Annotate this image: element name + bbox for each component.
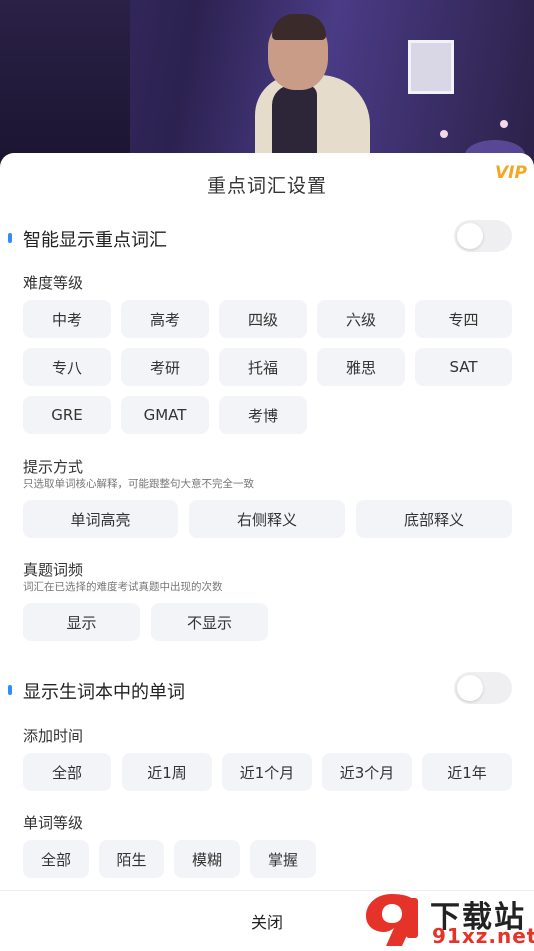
time-option[interactable]: 近1周 (122, 753, 212, 791)
vocab-book-label: 显示生词本中的单词 (23, 682, 185, 703)
difficulty-option[interactable]: 雅思 (317, 348, 405, 386)
section-marker (8, 233, 12, 243)
time-option[interactable]: 近1个月 (222, 753, 312, 791)
wall-picture (408, 40, 454, 94)
difficulty-option[interactable]: 中考 (23, 300, 111, 338)
light-dot (440, 130, 448, 138)
vocab-book-toggle[interactable] (454, 672, 512, 704)
toggle-knob (457, 675, 483, 701)
hint-option[interactable]: 单词高亮 (23, 500, 178, 538)
difficulty-option[interactable]: 四级 (219, 300, 307, 338)
settings-sheet: 重点词汇设置 VIP 智能显示重点词汇 难度等级 中考 高考 四级 六级 专四 … (0, 153, 534, 950)
svg-text:VIP: VIP (495, 163, 527, 183)
difficulty-label: 难度等级 (23, 274, 84, 292)
difficulty-option[interactable]: GMAT (121, 396, 209, 434)
hint-mode-desc: 只选取单词核心解释，可能跟整句大意不完全一致 (23, 478, 254, 490)
difficulty-option[interactable]: 专四 (415, 300, 512, 338)
sheet-title: 重点词汇设置 (206, 175, 327, 197)
difficulty-option[interactable]: SAT (415, 348, 512, 386)
bookshelf (0, 0, 130, 170)
word-level-label: 单词等级 (23, 814, 84, 832)
difficulty-option[interactable]: 考研 (121, 348, 209, 386)
site-watermark: 下载站 91xz.net (362, 888, 534, 950)
difficulty-option[interactable]: 高考 (121, 300, 209, 338)
smart-keywords-toggle[interactable] (454, 220, 512, 252)
light-dot (500, 120, 508, 128)
frequency-option[interactable]: 不显示 (151, 603, 268, 641)
watermark-url: 91xz.net (432, 924, 534, 948)
difficulty-option[interactable]: 专八 (23, 348, 111, 386)
vocab-book-row: 显示生词本中的单词 (0, 670, 534, 706)
toggle-knob (457, 223, 483, 249)
vip-badge-icon: VIP (495, 163, 527, 183)
time-option[interactable]: 近1年 (422, 753, 512, 791)
hint-option[interactable]: 底部释义 (356, 500, 512, 538)
person-hair (272, 14, 326, 40)
video-player-background (0, 0, 534, 170)
level-option[interactable]: 全部 (23, 840, 89, 878)
smart-keywords-row: 智能显示重点词汇 (0, 218, 534, 254)
added-time-label: 添加时间 (23, 727, 84, 745)
time-option[interactable]: 近3个月 (322, 753, 412, 791)
time-option[interactable]: 全部 (23, 753, 111, 791)
level-option[interactable]: 陌生 (99, 840, 164, 878)
hint-mode-label: 提示方式 (23, 458, 84, 476)
watermark-logo-icon (366, 894, 418, 946)
difficulty-option[interactable]: 六级 (317, 300, 405, 338)
exam-frequency-label: 真题词频 (23, 561, 84, 579)
frequency-option[interactable]: 显示 (23, 603, 140, 641)
level-option[interactable]: 模糊 (174, 840, 240, 878)
hint-option[interactable]: 右侧释义 (189, 500, 345, 538)
exam-frequency-desc: 词汇在已选择的难度考试真题中出现的次数 (23, 581, 223, 593)
section-marker (8, 685, 12, 695)
smart-keywords-label: 智能显示重点词汇 (23, 230, 167, 251)
difficulty-option[interactable]: GRE (23, 396, 111, 434)
difficulty-option[interactable]: 托福 (219, 348, 307, 386)
level-option[interactable]: 掌握 (250, 840, 316, 878)
close-button[interactable]: 关闭 (217, 909, 317, 933)
difficulty-option[interactable]: 考博 (219, 396, 307, 434)
